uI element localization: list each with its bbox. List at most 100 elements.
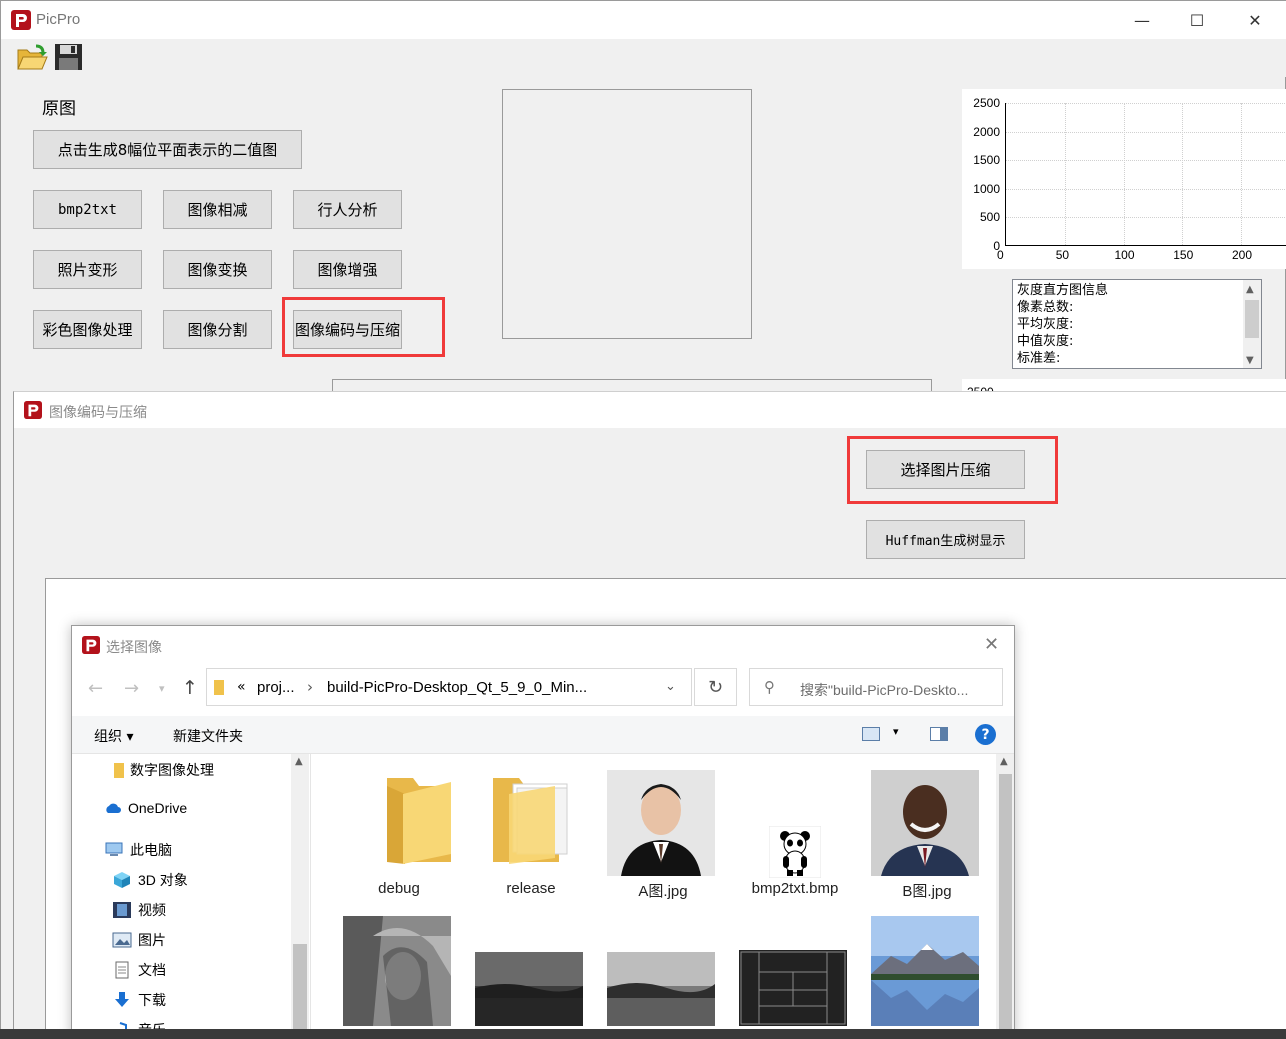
new-folder-button[interactable]: 新建文件夹: [173, 726, 243, 746]
breadcrumb-build[interactable]: build-PicPro-Desktop_Qt_5_9_0_Min...: [327, 679, 587, 696]
nav-scroll-thumb[interactable]: [293, 944, 307, 1038]
help-icon[interactable]: ?: [975, 724, 996, 745]
y-grid-line: [1006, 217, 1286, 219]
nav-scroll-up-icon[interactable]: ▲: [295, 756, 303, 767]
file-item-release[interactable]: release: [471, 768, 591, 908]
nav-item-videos[interactable]: 视频: [112, 900, 166, 920]
file-label: bmp2txt.bmp: [751, 880, 839, 897]
app-logo-icon: [24, 401, 42, 419]
nav-item-downloads[interactable]: 下载: [112, 990, 166, 1010]
scroll-down-icon[interactable]: ▼: [1246, 352, 1254, 369]
nav-item-digital-image[interactable]: 数字图像处理: [114, 760, 214, 780]
pedestrian-analysis-button[interactable]: 行人分析: [293, 190, 402, 229]
refresh-button[interactable]: ↻: [694, 668, 737, 706]
highlight-box-select: [847, 436, 1058, 504]
forward-arrow-icon[interactable]: →: [124, 678, 139, 699]
search-box[interactable]: ⚲ 搜索"build-PicPro-Deskto...: [749, 668, 1003, 706]
y-tick-label: 1500: [973, 153, 1000, 168]
nav-label: 数字图像处理: [130, 762, 214, 778]
image-segment-button[interactable]: 图像分割: [163, 310, 272, 349]
nav-label: 视频: [138, 902, 166, 918]
scroll-up-icon[interactable]: ▲: [1246, 281, 1254, 298]
dark-landscape-thumbnail[interactable]: [475, 952, 583, 1026]
navigation-pane: 数字图像处理 OneDrive 此电脑 3D 对象 视频 图片 文档 下载: [72, 754, 310, 1038]
picture-icon: [112, 932, 132, 948]
maximize-button[interactable]: ☐: [1174, 1, 1220, 39]
photo-warp-button[interactable]: 照片变形: [33, 250, 142, 289]
mountain-lake-thumbnail[interactable]: [871, 916, 979, 1026]
compress-window-title: 图像编码与压缩: [49, 404, 147, 420]
scroll-thumb[interactable]: [1245, 300, 1259, 338]
y-tick-label: 1000: [973, 181, 1000, 196]
lena-thumbnail[interactable]: [343, 916, 451, 1026]
bitplane-button[interactable]: 点击生成8幅位平面表示的二值图: [33, 130, 302, 169]
breadcrumb-proj[interactable]: proj...: [257, 679, 295, 696]
y-tick-label: 0: [993, 239, 1000, 253]
histogram-plot-area: [1005, 103, 1286, 246]
gray-landscape-thumbnail[interactable]: [607, 952, 715, 1026]
nav-item-onedrive[interactable]: OneDrive: [104, 800, 187, 816]
file-item-debug[interactable]: debug: [339, 768, 459, 908]
up-arrow-icon[interactable]: ↑: [182, 677, 198, 699]
file-item-bmp2txt[interactable]: bmp2txt.bmp: [735, 768, 855, 908]
image-subtract-button[interactable]: 图像相减: [163, 190, 272, 229]
x-grid-line: [1182, 103, 1184, 245]
view-dropdown-icon[interactable]: ▾: [893, 725, 899, 738]
open-folder-icon[interactable]: [16, 44, 48, 72]
y-tick-label: 500: [979, 210, 1000, 225]
nav-item-3d-objects[interactable]: 3D 对象: [112, 870, 188, 890]
close-button[interactable]: ✕: [1232, 1, 1278, 39]
nav-item-documents[interactable]: 文档: [112, 960, 166, 980]
original-image-frame: [502, 89, 752, 339]
back-arrow-icon[interactable]: ←: [88, 678, 103, 699]
file-item-b-jpg[interactable]: B图.jpg: [867, 768, 987, 908]
info-line: 平均灰度:: [1017, 317, 1074, 332]
file-label: B图.jpg: [902, 883, 952, 900]
color-image-button[interactable]: 彩色图像处理: [33, 310, 142, 349]
command-bar: 组织 ▾ 新建文件夹 ▾ ?: [72, 716, 1014, 754]
info-scrollbar[interactable]: ▲ ▼: [1243, 280, 1261, 368]
nav-label: 图片: [138, 932, 166, 948]
histogram-info-box[interactable]: 灰度直方图信息 像素总数: 平均灰度: 中值灰度: 标准差: ▲ ▼: [1012, 279, 1262, 369]
save-icon[interactable]: [54, 43, 83, 71]
grid-scroll-thumb[interactable]: [999, 774, 1012, 1038]
info-line: 像素总数:: [1017, 300, 1074, 315]
blocks-thumbnail[interactable]: [739, 950, 847, 1026]
x-tick-label: 100: [1114, 248, 1135, 262]
grid-scroll-up-icon[interactable]: ▲: [1000, 756, 1008, 767]
image-enhance-button[interactable]: 图像增强: [293, 250, 402, 289]
x-tick-label: 200: [1232, 248, 1253, 262]
image-transform-button[interactable]: 图像变换: [163, 250, 272, 289]
nav-label: OneDrive: [128, 800, 188, 816]
folder-icon: [214, 680, 224, 695]
dialog-close-button[interactable]: ✕: [984, 634, 999, 655]
portrait-thumbnail-a: [607, 770, 715, 876]
nav-item-this-pc[interactable]: 此电脑: [104, 840, 172, 860]
preview-pane-icon[interactable]: [930, 727, 948, 741]
file-grid: debug release A图.jpg bmp2txt.bmp B图.jpg: [310, 754, 996, 1038]
address-dropdown-icon[interactable]: ⌄: [665, 679, 676, 694]
organize-menu[interactable]: 组织 ▾: [94, 726, 133, 746]
file-label: debug: [378, 880, 420, 897]
window-title: PicPro: [36, 11, 81, 28]
file-item-a-jpg[interactable]: A图.jpg: [603, 768, 723, 908]
recent-dropdown-icon[interactable]: ▾: [159, 682, 165, 695]
bmp2txt-button[interactable]: bmp2txt: [33, 190, 142, 229]
folder-icon: [493, 778, 568, 864]
file-label: release: [506, 880, 556, 897]
file-grid-scrollbar[interactable]: ▲: [996, 754, 1014, 1038]
breadcrumb-separator: ›: [307, 678, 313, 696]
huffman-tree-button[interactable]: Huffman生成树显示: [866, 520, 1025, 559]
nav-label: 此电脑: [130, 842, 172, 858]
nav-item-pictures[interactable]: 图片: [112, 930, 166, 950]
breadcrumb-overflow[interactable]: «: [237, 679, 246, 695]
x-grid-line: [1123, 103, 1125, 245]
nav-scrollbar[interactable]: ▲: [291, 754, 309, 1038]
toolbar: [1, 39, 1286, 77]
address-bar[interactable]: « proj... › build-PicPro-Desktop_Qt_5_9_…: [206, 668, 692, 706]
nav-label: 3D 对象: [138, 872, 188, 888]
minimize-button[interactable]: —: [1119, 1, 1165, 39]
portrait-thumbnail-b: [871, 770, 979, 876]
view-options-icon[interactable]: [862, 727, 880, 741]
document-icon: [115, 961, 129, 979]
